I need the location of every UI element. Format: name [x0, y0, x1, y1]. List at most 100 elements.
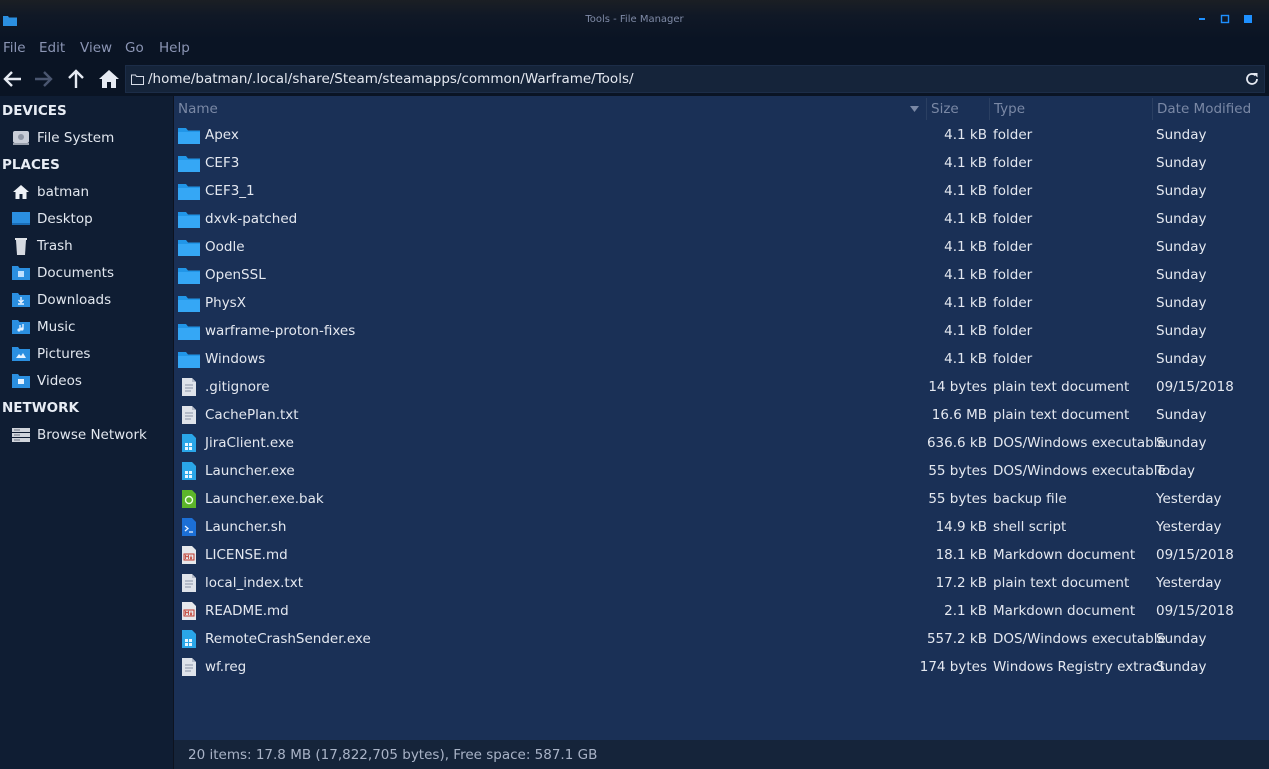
- file-type: shell script: [993, 519, 1067, 535]
- sidebar-item-label: Documents: [37, 265, 114, 281]
- file-date: Yesterday: [1156, 519, 1222, 535]
- sidebar-item-trash[interactable]: Trash: [0, 233, 173, 259]
- file-size: 14.9 kB: [935, 519, 987, 535]
- folder-icon: [178, 212, 200, 228]
- exe-file-icon: [182, 434, 196, 452]
- table-row[interactable]: Launcher.sh 14.9 kB shell script Yesterday: [174, 513, 1269, 541]
- file-name: CEF3_1: [205, 183, 255, 199]
- sidebar-item-pictures[interactable]: Pictures: [0, 341, 173, 367]
- menu-edit[interactable]: Edit: [39, 40, 65, 56]
- column-type[interactable]: Type: [989, 98, 1152, 120]
- file-date: Sunday: [1156, 323, 1207, 339]
- file-type: DOS/Windows executable: [993, 435, 1166, 451]
- table-row[interactable]: CEF3 4.1 kB folder Sunday: [174, 149, 1269, 177]
- folder-icon: [178, 128, 200, 144]
- table-row[interactable]: README.md 2.1 kB Markdown document 09/15/20…: [174, 597, 1269, 625]
- network-header: NETWORK: [2, 400, 79, 416]
- table-row[interactable]: CEF3_1 4.1 kB folder Sunday: [174, 177, 1269, 205]
- file-date: Today: [1156, 463, 1196, 479]
- menu-help[interactable]: Help: [159, 40, 190, 56]
- folder-outline-icon: [131, 74, 144, 85]
- network-icon: [12, 428, 30, 442]
- file-size: 4.1 kB: [944, 155, 987, 171]
- table-row[interactable]: Windows 4.1 kB folder Sunday: [174, 345, 1269, 373]
- file-type: DOS/Windows executable: [993, 463, 1166, 479]
- location-path[interactable]: /home/batman/.local/share/Steam/steamapp…: [148, 71, 634, 87]
- file-type: folder: [993, 267, 1033, 283]
- menu-go[interactable]: Go: [125, 40, 144, 56]
- back-arrow-icon[interactable]: [1, 67, 25, 91]
- sidebar-item-documents[interactable]: Documents: [0, 260, 173, 286]
- file-size: 4.1 kB: [944, 267, 987, 283]
- file-name: README.md: [205, 603, 289, 619]
- file-name: OpenSSL: [205, 267, 266, 283]
- sidebar-item-music[interactable]: Music: [0, 314, 173, 340]
- table-row[interactable]: LICENSE.md 18.1 kB Markdown document 09/15/…: [174, 541, 1269, 569]
- column-name[interactable]: Name: [174, 98, 925, 120]
- file-date: Sunday: [1156, 127, 1207, 143]
- file-size: 4.1 kB: [944, 295, 987, 311]
- trash-icon: [15, 238, 27, 255]
- home-icon: [13, 185, 29, 199]
- file-name: warframe-proton-fixes: [205, 323, 356, 339]
- menu-view[interactable]: View: [80, 40, 112, 56]
- refresh-icon[interactable]: [1244, 71, 1260, 87]
- file-name: wf.reg: [205, 659, 247, 675]
- file-date: Sunday: [1156, 211, 1207, 227]
- sidebar-item-videos[interactable]: Videos: [0, 368, 173, 394]
- file-type: backup file: [993, 491, 1067, 507]
- table-row[interactable]: RemoteCrashSender.exe 557.2 kB DOS/Windows…: [174, 625, 1269, 653]
- markdown-file-icon: [182, 602, 196, 620]
- file-name: Launcher.exe.bak: [205, 491, 324, 507]
- close-icon[interactable]: [1242, 13, 1254, 25]
- maximize-icon[interactable]: [1219, 13, 1231, 25]
- file-type: plain text document: [993, 379, 1130, 395]
- home-icon[interactable]: [97, 67, 121, 91]
- file-size: 4.1 kB: [944, 127, 987, 143]
- menu-file[interactable]: File: [3, 40, 26, 56]
- up-arrow-icon[interactable]: [64, 67, 88, 91]
- sidebar-item-batman[interactable]: batman: [0, 179, 173, 205]
- file-date: Sunday: [1156, 267, 1207, 283]
- table-row[interactable]: local_index.txt 17.2 kB plain text documen…: [174, 569, 1269, 597]
- table-row[interactable]: JiraClient.exe 636.6 kB DOS/Windows execut…: [174, 429, 1269, 457]
- sidebar-item-label: Downloads: [37, 292, 112, 308]
- file-name: CEF3: [205, 155, 240, 171]
- table-row[interactable]: dxvk-patched 4.1 kB folder Sunday: [174, 205, 1269, 233]
- table-row[interactable]: CachePlan.txt 16.6 MB plain text document S…: [174, 401, 1269, 429]
- text-file-icon: [182, 378, 196, 396]
- forward-arrow-icon[interactable]: [31, 67, 55, 91]
- sidebar-item-browse-network[interactable]: Browse Network: [0, 422, 173, 448]
- minimize-icon[interactable]: [1196, 13, 1208, 25]
- table-row[interactable]: Launcher.exe.bak 55 bytes backup file Yeste…: [174, 485, 1269, 513]
- file-date: Yesterday: [1156, 491, 1222, 507]
- table-row[interactable]: Apex 4.1 kB folder Sunday: [174, 121, 1269, 149]
- table-row[interactable]: Oodle 4.1 kB folder Sunday: [174, 233, 1269, 261]
- file-type: folder: [993, 127, 1033, 143]
- sidebar-item-downloads[interactable]: Downloads: [0, 287, 173, 313]
- file-type: folder: [993, 211, 1033, 227]
- sidebar-item-desktop[interactable]: Desktop: [0, 206, 173, 232]
- location-bar[interactable]: /home/batman/.local/share/Steam/steamapp…: [125, 65, 1265, 93]
- table-row[interactable]: PhysX 4.1 kB folder Sunday: [174, 289, 1269, 317]
- column-date[interactable]: Date Modified: [1152, 98, 1269, 120]
- file-type: Markdown document: [993, 603, 1136, 619]
- file-date: Sunday: [1156, 659, 1207, 675]
- file-size: 4.1 kB: [944, 183, 987, 199]
- text-file-icon: [182, 406, 196, 424]
- sort-down-icon[interactable]: [910, 106, 919, 112]
- table-row[interactable]: .gitignore 14 bytes plain text document 09/…: [174, 373, 1269, 401]
- file-name: CachePlan.txt: [205, 407, 299, 423]
- sidebar-item-label: Pictures: [37, 346, 91, 362]
- table-row[interactable]: OpenSSL 4.1 kB folder Sunday: [174, 261, 1269, 289]
- file-name: PhysX: [205, 295, 246, 311]
- table-row[interactable]: warframe-proton-fixes 4.1 kB folder Sunday: [174, 317, 1269, 345]
- table-row[interactable]: wf.reg 174 bytes Windows Registry extract S…: [174, 653, 1269, 681]
- file-name: local_index.txt: [205, 575, 304, 591]
- file-size: 557.2 kB: [926, 631, 987, 647]
- sidebar-item-file-system[interactable]: File System: [0, 125, 173, 151]
- file-date: Sunday: [1156, 351, 1207, 367]
- column-size[interactable]: Size: [926, 98, 988, 120]
- file-name: dxvk-patched: [205, 211, 298, 227]
- table-row[interactable]: Launcher.exe 55 bytes DOS/Windows executab…: [174, 457, 1269, 485]
